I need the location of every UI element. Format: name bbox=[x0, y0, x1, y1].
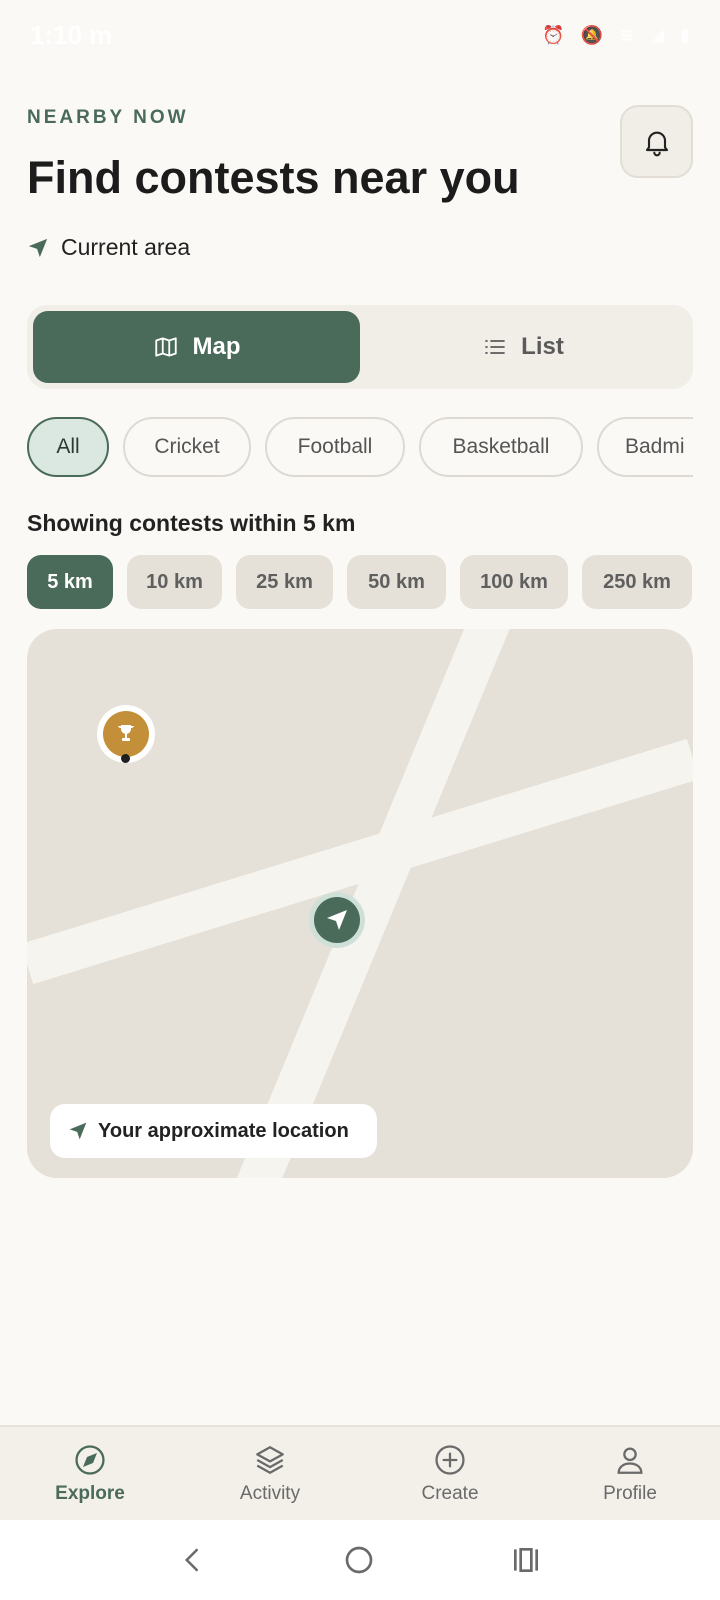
radius-chip-50km[interactable]: 50 km bbox=[347, 555, 446, 609]
list-view-button[interactable]: List bbox=[360, 311, 687, 383]
nav-explore[interactable]: Explore bbox=[0, 1427, 180, 1520]
location-caption-text: Your approximate location bbox=[98, 1119, 349, 1142]
sport-chip-football[interactable]: Football bbox=[265, 417, 405, 477]
sport-chip-all[interactable]: All bbox=[27, 417, 109, 477]
notifications-button[interactable] bbox=[620, 105, 693, 178]
navigation-arrow-icon bbox=[28, 238, 48, 257]
sport-filter-chips: All Cricket Football Basketball Badmi bbox=[27, 417, 693, 477]
radius-chip-10km[interactable]: 10 km bbox=[127, 555, 222, 609]
map-view-label: Map bbox=[192, 333, 241, 360]
radius-chip-250km[interactable]: 250 km bbox=[582, 555, 692, 609]
navigation-arrow-icon bbox=[327, 910, 347, 930]
map-view-button[interactable]: Map bbox=[33, 311, 360, 383]
recents-icon[interactable] bbox=[510, 1544, 542, 1576]
nav-activity[interactable]: Activity bbox=[180, 1427, 360, 1520]
radius-chip-25km[interactable]: 25 km bbox=[236, 555, 333, 609]
nav-profile[interactable]: Profile bbox=[540, 1427, 720, 1520]
user-location-badge bbox=[314, 897, 360, 943]
nav-activity-label: Activity bbox=[239, 1482, 301, 1504]
navigation-arrow-icon bbox=[69, 1122, 87, 1140]
signal-icon: ◢ bbox=[650, 24, 665, 45]
view-toggle: Map List bbox=[27, 305, 693, 389]
contest-marker-badge bbox=[103, 711, 149, 757]
battery-icon: ▮ bbox=[680, 24, 690, 45]
radius-chips: 5 km 10 km 25 km 50 km 100 km 250 km bbox=[27, 555, 692, 609]
sport-chip-badminton[interactable]: Badmi bbox=[597, 417, 693, 477]
current-area[interactable]: Current area bbox=[27, 234, 190, 261]
radius-label: Showing contests within 5 km bbox=[27, 510, 356, 536]
sport-chip-basketball[interactable]: Basketball bbox=[419, 417, 583, 477]
map-icon bbox=[154, 337, 177, 357]
sport-chip-cricket[interactable]: Cricket bbox=[123, 417, 251, 477]
status-time: 1:10 m bbox=[30, 19, 113, 50]
layers-icon bbox=[256, 1445, 284, 1474]
nav-create[interactable]: Create bbox=[360, 1427, 540, 1520]
list-icon bbox=[485, 340, 506, 354]
contest-marker-dot bbox=[121, 754, 130, 763]
bottom-nav: Explore Activity Create Profile bbox=[0, 1425, 720, 1520]
contest-map[interactable]: Your approximate location bbox=[27, 629, 693, 1178]
back-icon[interactable] bbox=[178, 1545, 208, 1575]
trophy-icon bbox=[118, 725, 134, 741]
radius-chip-100km[interactable]: 100 km bbox=[460, 555, 568, 609]
page-title: Find contests near you bbox=[27, 152, 520, 203]
list-view-label: List bbox=[521, 333, 564, 360]
nav-profile-label: Profile bbox=[603, 1482, 657, 1504]
status-icons: ⏰ 🔕 ≋ ◢ ▮ bbox=[542, 25, 690, 46]
wifi-icon: ≋ bbox=[619, 24, 635, 45]
user-location-marker[interactable] bbox=[309, 892, 365, 948]
nav-create-label: Create bbox=[421, 1482, 479, 1504]
radius-chip-5km[interactable]: 5 km bbox=[27, 555, 113, 609]
location-caption: Your approximate location bbox=[50, 1104, 377, 1158]
alarm-icon: ⏰ bbox=[542, 24, 565, 45]
mute-icon: 🔕 bbox=[580, 24, 604, 45]
system-nav-bar bbox=[0, 1520, 720, 1600]
nav-explore-label: Explore bbox=[55, 1482, 125, 1504]
plus-circle-icon bbox=[435, 1444, 465, 1475]
user-icon bbox=[617, 1447, 643, 1474]
bell-icon bbox=[645, 131, 668, 156]
eyebrow-label: NEARBY NOW bbox=[27, 107, 189, 128]
current-area-label: Current area bbox=[61, 234, 191, 260]
compass-icon bbox=[75, 1444, 105, 1475]
status-bar: 1:10 m ⏰ 🔕 ≋ ◢ ▮ bbox=[0, 0, 720, 70]
home-icon[interactable] bbox=[343, 1544, 375, 1576]
